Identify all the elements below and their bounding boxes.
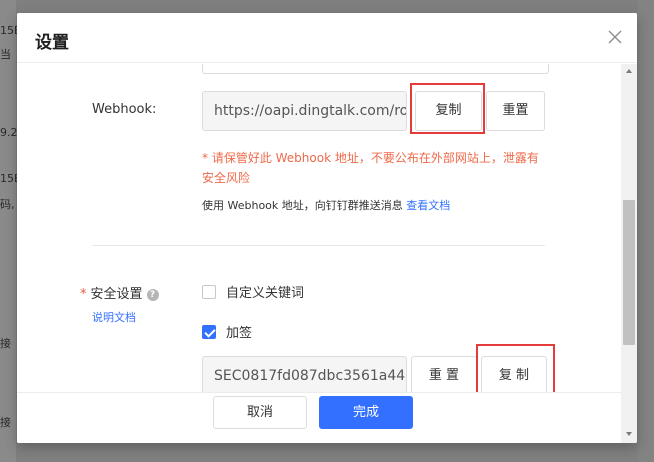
background-text: 接 xyxy=(0,337,11,350)
dialog-footer: 取消 完成 xyxy=(17,392,621,443)
section-divider xyxy=(92,245,545,246)
close-button[interactable] xyxy=(605,27,625,47)
background-text: 当 xyxy=(0,48,11,61)
background-text: 接 xyxy=(0,416,11,429)
scroll-up-icon[interactable] xyxy=(621,64,637,78)
signature-checkbox[interactable] xyxy=(202,325,216,339)
secret-reset-button[interactable]: 重 置 xyxy=(411,356,477,392)
security-settings-text: 安全设置 xyxy=(90,287,143,302)
webhook-copy-button[interactable]: 复制 xyxy=(415,91,482,131)
custom-keyword-option[interactable]: 自定义关键词 xyxy=(202,285,304,301)
dialog-header: 设置 xyxy=(17,13,637,63)
required-mark: * xyxy=(80,287,87,302)
webhook-url-input[interactable]: https://oapi.dingtalk.com/robot/send?acc… xyxy=(202,91,407,131)
signature-label: 加签 xyxy=(226,326,253,341)
webhook-tip: 使用 Webhook 地址，向钉钉群推送消息 查看文档 xyxy=(202,197,450,213)
close-icon xyxy=(608,30,622,44)
dialog-body: Webhook: https://oapi.dingtalk.com/robot… xyxy=(17,64,621,392)
custom-keyword-label: 自定义关键词 xyxy=(226,286,305,301)
security-doc-link[interactable]: 说明文档 xyxy=(92,309,136,325)
custom-keyword-checkbox[interactable] xyxy=(202,285,216,299)
webhook-warning: * 请保管好此 Webhook 地址，不要公布在外部网站上，泄露有安全风险 xyxy=(202,151,539,185)
background-page xyxy=(0,0,16,462)
webhook-reset-button[interactable]: 重置 xyxy=(486,91,545,131)
security-settings-label: * 安全设置? xyxy=(80,283,159,302)
signature-option[interactable]: 加签 xyxy=(202,325,252,341)
previous-field-input[interactable] xyxy=(202,64,549,74)
background-page-right xyxy=(638,0,654,462)
background-text: 码, xyxy=(0,198,15,211)
scroll-down-icon[interactable] xyxy=(621,427,637,441)
webhook-label: Webhook: xyxy=(92,102,157,117)
secret-key-input[interactable]: SEC0817fd087dbc3561a4406 xyxy=(202,356,407,392)
dialog-title: 设置 xyxy=(35,33,69,53)
settings-dialog: 设置 Webhook: https://oapi.dingtalk.com/ro… xyxy=(17,13,637,443)
help-icon[interactable]: ? xyxy=(146,289,159,301)
scrollbar-thumb[interactable] xyxy=(623,200,635,345)
cancel-button[interactable]: 取消 xyxy=(213,396,307,429)
webhook-tip-text: 使用 Webhook 地址，向钉钉群推送消息 xyxy=(202,199,403,212)
done-button[interactable]: 完成 xyxy=(319,396,413,429)
secret-copy-button[interactable]: 复 制 xyxy=(481,356,547,392)
view-docs-link[interactable]: 查看文档 xyxy=(406,199,450,212)
background-text: 9.2 xyxy=(0,126,18,139)
